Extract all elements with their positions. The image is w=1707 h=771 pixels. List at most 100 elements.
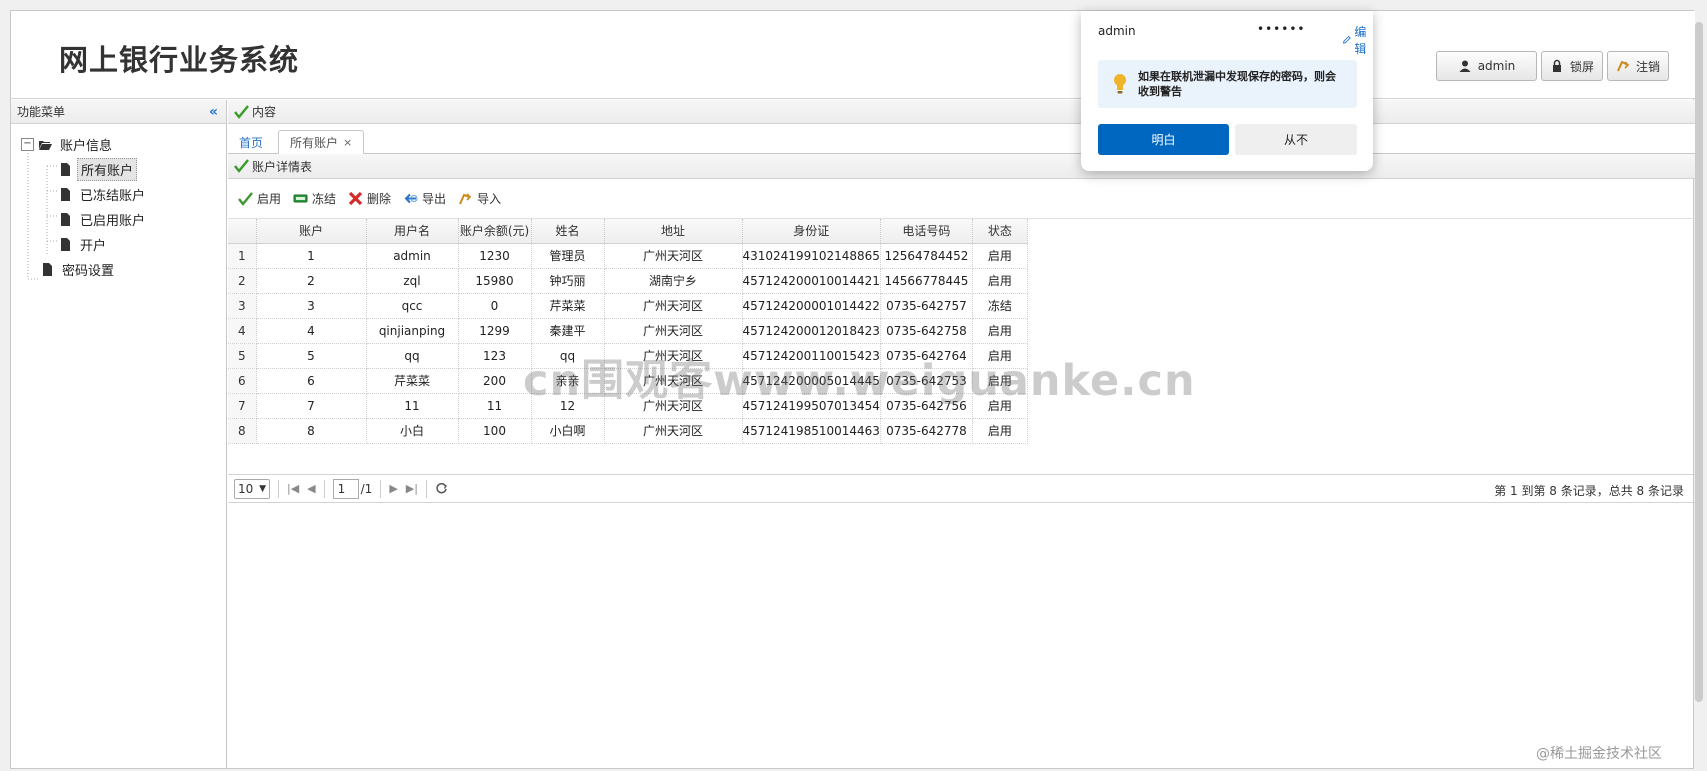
table-cell: 100 <box>458 418 532 444</box>
pager-divider <box>380 479 382 498</box>
refresh-icon[interactable] <box>435 482 448 495</box>
pager-divider <box>425 479 427 498</box>
page-size-select[interactable]: 10 ▼ <box>234 478 270 499</box>
watermark-overlay: cn围观客www.weiguanke.cn <box>523 356 1196 406</box>
import-button[interactable]: 导入 <box>458 190 501 207</box>
table-cell: 管理员 <box>531 243 605 269</box>
delete-icon <box>348 191 363 206</box>
row-number: 8 <box>228 418 257 444</box>
table-row[interactable]: 8 8 小白 100 小白啊 广州天河区 457124198510014463 0735-64… <box>228 418 1028 444</box>
tree-node-all-accounts[interactable]: 所有账户 <box>21 157 226 182</box>
content-header: 内容 <box>228 100 1695 124</box>
logout-icon <box>1617 60 1630 72</box>
folder-open-icon <box>39 141 52 150</box>
table-cell: qinjianping <box>366 318 459 344</box>
sidebar: 功能菜单 « − 账户信息 所有账户 已冻结账户 已启用账户 开户 密码设置 <box>11 100 227 769</box>
table-cell: 秦建平 <box>531 318 605 344</box>
table-cell: 广州天河区 <box>604 293 743 319</box>
tree-node-account-info[interactable]: − 账户信息 <box>21 132 226 157</box>
next-page-icon[interactable]: ▶ <box>389 482 397 495</box>
table-cell: 钟巧丽 <box>531 268 605 294</box>
table-cell: 5 <box>256 343 367 369</box>
content-title: 内容 <box>252 105 277 119</box>
edit-button[interactable]: 编辑 <box>1342 23 1373 57</box>
column-header[interactable]: 账户余额(元) <box>458 219 532 244</box>
file-icon <box>61 238 70 251</box>
grid-panel-header: 账户详情表 <box>228 154 1695 179</box>
user-button-label: admin <box>1477 59 1516 73</box>
first-page-icon[interactable]: |◀ <box>287 482 299 495</box>
tree-node-label: 所有账户 <box>77 158 138 181</box>
tree-node-enabled-accounts[interactable]: 已启用账户 <box>21 207 226 232</box>
table-cell: 0735-642778 <box>880 418 973 444</box>
tab-all-accounts[interactable]: 所有账户 × <box>278 130 365 155</box>
grid-panel-title: 账户详情表 <box>252 159 313 174</box>
freeze-button[interactable]: 冻结 <box>293 190 336 207</box>
collapse-toggle-icon[interactable]: − <box>21 138 34 151</box>
column-header[interactable]: 身份证 <box>742 219 881 244</box>
menu-tree: − 账户信息 所有账户 已冻结账户 已启用账户 开户 密码设置 <box>11 124 226 282</box>
export-icon <box>404 193 418 204</box>
table-cell: 7 <box>256 393 367 419</box>
lock-screen-label: 锁屏 <box>1569 59 1594 74</box>
table-cell: 芹菜菜 <box>366 368 459 394</box>
column-header[interactable]: 状态 <box>972 219 1028 244</box>
enable-button[interactable]: 启用 <box>238 190 281 207</box>
page-number-input[interactable]: 1 <box>332 478 359 499</box>
table-cell: 广州天河区 <box>604 243 743 269</box>
lock-screen-button[interactable]: 锁屏 <box>1541 51 1603 81</box>
table-row[interactable]: 1 1 admin 1230 管理员 广州天河区 431024199102148865 125… <box>228 243 1028 269</box>
sidebar-header: 功能菜单 « <box>11 100 226 124</box>
table-row[interactable]: 4 4 qinjianping 1299 秦建平 广州天河区 457124200012018… <box>228 318 1028 344</box>
column-header[interactable]: 账户 <box>256 219 367 244</box>
table-cell: 457124198510014463 <box>742 418 881 444</box>
collapse-icon[interactable]: « <box>209 104 218 120</box>
tree-node-label: 已启用账户 <box>80 214 146 229</box>
user-button[interactable]: admin <box>1436 51 1537 81</box>
pagination-bar: 10 ▼ |◀ ◀ 1 /1 ▶ ▶| 第 1 到第 8 条记录，总共 8 条记… <box>228 475 1695 503</box>
table-cell: 启用 <box>972 268 1028 294</box>
table-cell: 123 <box>458 343 532 369</box>
sidebar-title: 功能菜单 <box>17 105 66 119</box>
lock-icon <box>1552 59 1561 72</box>
delete-button[interactable]: 删除 <box>348 190 391 207</box>
password-save-popup: admin •••••• 编辑 如果在联机泄漏中发现保存的密码，则会收到警告 明… <box>1081 11 1373 171</box>
content-area: 内容 首页 所有账户 × 账户详情表 启用 冻结 删除 导出 导入 账户 用户名… <box>228 100 1695 769</box>
tree-node-open-account[interactable]: 开户 <box>21 232 226 257</box>
row-number: 4 <box>228 318 257 344</box>
logout-button[interactable]: 注销 <box>1607 51 1669 81</box>
table-cell: 457124200001014422 <box>742 293 881 319</box>
table-row[interactable]: 3 3 qcc 0 芹菜菜 广州天河区 457124200001014422 0735-642… <box>228 293 1028 319</box>
close-icon[interactable]: × <box>343 136 352 149</box>
column-header[interactable]: 用户名 <box>366 219 459 244</box>
header: 网上银行业务系统 admin 锁屏 注销 <box>11 11 1695 99</box>
delete-label: 删除 <box>367 192 392 206</box>
column-header[interactable]: 地址 <box>604 219 743 244</box>
export-button[interactable]: 导出 <box>403 190 446 207</box>
table-cell: 15980 <box>458 268 532 294</box>
table-row[interactable]: 2 2 zql 15980 钟巧丽 湖南宁乡 457124200010014421 14566… <box>228 268 1028 294</box>
never-button[interactable]: 从不 <box>1235 124 1357 155</box>
row-number: 2 <box>228 268 257 294</box>
tab-home[interactable]: 首页 <box>228 130 274 155</box>
tree-node-password-settings[interactable]: 密码设置 <box>21 257 226 282</box>
column-header[interactable]: 姓名 <box>531 219 605 244</box>
enable-label: 启用 <box>257 192 282 206</box>
table-cell: 3 <box>256 293 367 319</box>
prev-page-icon[interactable]: ◀ <box>307 482 315 495</box>
column-header[interactable]: 电话号码 <box>880 219 973 244</box>
last-page-icon[interactable]: ▶| <box>406 482 418 495</box>
ok-button[interactable]: 明白 <box>1098 124 1229 155</box>
page-number-value: 1 <box>337 481 346 496</box>
scrollbar[interactable] <box>1695 22 1703 702</box>
pencil-icon <box>1343 35 1351 44</box>
table-cell: qcc <box>366 293 459 319</box>
page-size-value: 10 <box>238 481 254 496</box>
total-pages: /1 <box>360 481 373 496</box>
table-cell: 广州天河区 <box>604 418 743 444</box>
table-cell: 457124200010014421 <box>742 268 881 294</box>
tree-node-label: 密码设置 <box>62 264 115 279</box>
row-number: 1 <box>228 243 257 269</box>
leak-warning-text: 如果在联机泄漏中发现保存的密码，则会收到警告 <box>1138 70 1336 98</box>
tree-node-frozen-accounts[interactable]: 已冻结账户 <box>21 182 226 207</box>
